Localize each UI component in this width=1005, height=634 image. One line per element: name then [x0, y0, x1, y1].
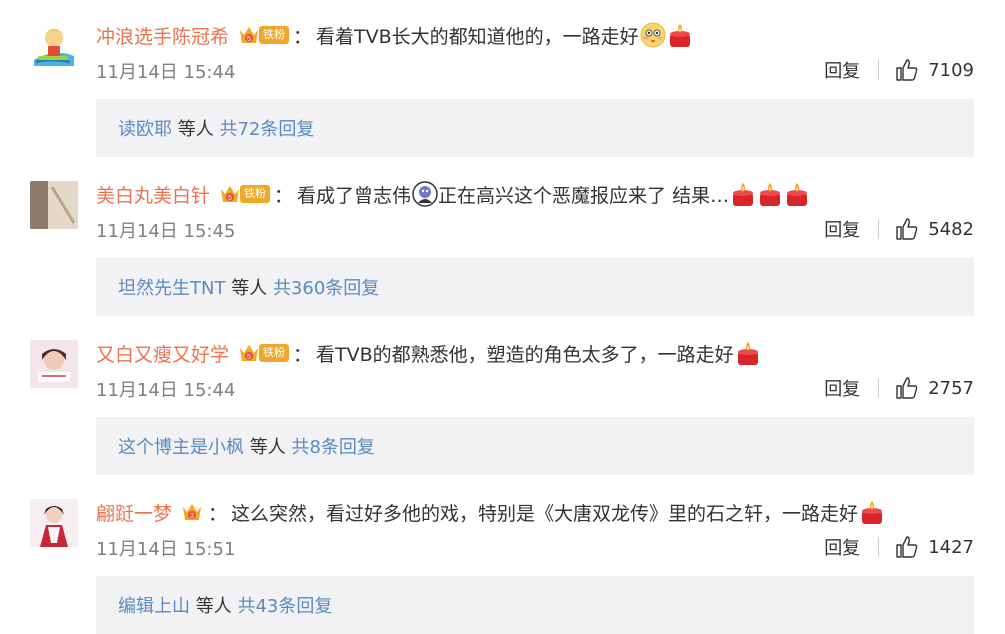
reply-mid-text: 等人: [249, 437, 286, 458]
reply-user-link[interactable]: 编辑上山: [118, 596, 190, 617]
svg-text:5: 5: [228, 195, 232, 202]
comment-text: 这么突然，看过好多他的戏，特别是《大唐双龙传》里的石之轩，一路走好: [231, 502, 859, 525]
reply-mid-text: 等人: [195, 596, 232, 617]
candle-emoji-icon: [859, 499, 885, 525]
divider: [878, 60, 880, 80]
colon: ：: [208, 502, 228, 525]
crown-icon: 5: [221, 186, 240, 202]
reply-count-link[interactable]: 共72条回复: [219, 119, 314, 140]
like-count: 1427: [928, 536, 974, 558]
timestamp: 11月14日 15:44: [96, 380, 236, 401]
thumbs-up-icon: [896, 377, 918, 399]
comment-item: 美白丸美白针 5 铁粉 ： 看成了曾志伟 正在高兴这个恶魔报应来了 结果… 11…: [0, 159, 1005, 318]
reply-count-link[interactable]: 共360条回复: [273, 278, 379, 299]
crown-icon: 5: [240, 345, 259, 361]
candle-emoji-icon: [667, 22, 693, 48]
comment-item: 又白又瘦又好学 5 铁粉 ： 看TVB的都熟悉他，塑造的角色太多了，一路走好 1…: [0, 318, 1005, 477]
reply-count-link[interactable]: 共43条回复: [237, 596, 332, 617]
crown-icon: 3: [183, 504, 202, 520]
reply-button[interactable]: 回复: [824, 57, 860, 83]
reply-button[interactable]: 回复: [824, 216, 860, 242]
divider: [878, 378, 880, 398]
thumbs-up-icon: [896, 218, 918, 240]
colon: ：: [293, 25, 313, 48]
comment-text: 看成了曾志伟: [297, 184, 412, 207]
like-count: 5482: [928, 218, 974, 240]
username[interactable]: 美白丸美白针: [96, 181, 210, 208]
avatar[interactable]: [30, 340, 78, 388]
username[interactable]: 又白又瘦又好学: [96, 340, 229, 367]
reply-user-link[interactable]: 读欧耶: [118, 119, 172, 140]
timestamp: 11月14日 15:51: [96, 539, 236, 560]
colon: ：: [293, 343, 313, 366]
timestamp: 11月14日 15:45: [96, 221, 236, 242]
reply-user-link[interactable]: 坦然先生TNT: [118, 278, 225, 299]
fan-label: 铁粉: [240, 185, 271, 203]
candle-emoji-icon: [735, 340, 761, 366]
timestamp: 11月14日 15:44: [96, 62, 236, 83]
comment-item: 翩跹一梦 3 ： 这么突然，看过好多他的戏，特别是《大唐双龙传》里的石之轩，一路…: [0, 477, 1005, 634]
fan-badge[interactable]: 3: [180, 501, 204, 523]
reply-summary[interactable]: 读欧耶 等人 共72条回复: [96, 99, 974, 157]
fan-badge[interactable]: 5 铁粉: [237, 342, 290, 364]
fan-label: 铁粉: [259, 344, 290, 362]
colon: ：: [274, 184, 294, 207]
like-button[interactable]: 2757: [895, 376, 974, 400]
reply-mid-text: 等人: [231, 278, 268, 299]
reply-button[interactable]: 回复: [824, 375, 860, 401]
comment-text-continued: 正在高兴这个恶魔报应来了 结果…: [438, 184, 730, 207]
flushed-face-emoji-icon: [640, 22, 666, 48]
username[interactable]: 翩跹一梦: [96, 499, 172, 526]
candle-emoji-icon: [730, 181, 756, 207]
like-count: 7109: [928, 59, 974, 81]
divider: [878, 537, 880, 557]
reply-summary[interactable]: 这个博主是小枫 等人 共8条回复: [96, 417, 974, 475]
reply-user-link[interactable]: 这个博主是小枫: [118, 437, 244, 458]
reply-mid-text: 等人: [177, 119, 214, 140]
thumbs-up-icon: [896, 59, 918, 81]
like-button[interactable]: 5482: [895, 217, 974, 241]
avatar[interactable]: [30, 181, 78, 229]
svg-text:5: 5: [247, 354, 251, 361]
comment-list: 冲浪选手陈冠希 5 铁粉 ： 看着TVB长大的都知道他的，一路走好 11月14日…: [0, 0, 1005, 634]
username[interactable]: 冲浪选手陈冠希: [96, 22, 229, 49]
fan-badge[interactable]: 5 铁粉: [237, 24, 290, 46]
like-count: 2757: [928, 377, 974, 399]
avatar[interactable]: [30, 499, 78, 547]
candle-emoji-icon: [784, 181, 810, 207]
svg-text:5: 5: [247, 36, 251, 43]
comment-item: 冲浪选手陈冠希 5 铁粉 ： 看着TVB长大的都知道他的，一路走好 11月14日…: [0, 0, 1005, 159]
thumbs-up-icon: [896, 536, 918, 558]
reply-count-link[interactable]: 共8条回复: [291, 437, 374, 458]
fan-badge[interactable]: 5 铁粉: [218, 183, 271, 205]
reply-summary[interactable]: 坦然先生TNT 等人 共360条回复: [96, 258, 974, 316]
like-button[interactable]: 1427: [895, 535, 974, 559]
candle-emoji-icon: [757, 181, 783, 207]
avatar[interactable]: [30, 22, 78, 70]
comment-text: 看TVB的都熟悉他，塑造的角色太多了，一路走好: [316, 343, 734, 366]
svg-text:3: 3: [190, 513, 194, 520]
fan-label: 铁粉: [259, 26, 290, 44]
like-button[interactable]: 7109: [895, 58, 974, 82]
person-sticker-icon: [412, 181, 438, 207]
reply-button[interactable]: 回复: [824, 534, 860, 560]
divider: [878, 219, 880, 239]
comment-text: 看着TVB长大的都知道他的，一路走好: [316, 25, 639, 48]
reply-summary[interactable]: 编辑上山 等人 共43条回复: [96, 576, 974, 634]
crown-icon: 5: [240, 27, 259, 43]
